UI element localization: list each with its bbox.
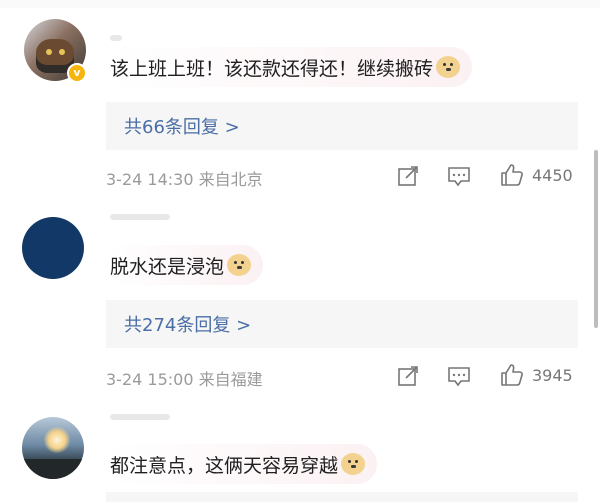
view-replies-button[interactable] xyxy=(106,492,578,502)
doge-emoji-icon xyxy=(227,254,252,276)
comment-bubble[interactable]: 该上班上班！该还款还得还！继续搬砖 xyxy=(107,47,473,87)
comment-text: 脱水还是浸泡 xyxy=(110,255,225,278)
comment-text: 该上班上班！该还款还得还！继续搬砖 xyxy=(110,57,434,80)
view-replies-button[interactable]: 共66条回复 > xyxy=(106,102,578,150)
comment-icon[interactable] xyxy=(447,365,471,387)
share-icon[interactable] xyxy=(397,165,419,187)
location: 来自福建 xyxy=(198,370,263,389)
timestamp: 3-24 14:30 xyxy=(106,170,194,189)
comment-bubble[interactable]: 脱水还是浸泡 xyxy=(107,245,264,285)
like-icon[interactable] xyxy=(500,363,524,387)
top-divider xyxy=(0,0,600,8)
doge-emoji-icon xyxy=(341,453,366,475)
view-replies-button[interactable]: 共274条回复 > xyxy=(106,300,578,348)
replies-count: 共274条回复 > xyxy=(124,315,252,336)
avatar[interactable] xyxy=(22,217,84,279)
comment-meta: 3-24 14:30 来自北京 xyxy=(106,166,263,190)
like-count: 3945 xyxy=(532,366,573,385)
comment-bubble[interactable]: 都注意点，这俩天容易穿越 xyxy=(107,444,378,484)
comment-text: 都注意点，这俩天容易穿越 xyxy=(110,454,339,477)
scrollbar[interactable] xyxy=(594,150,598,328)
like-count: 4450 xyxy=(532,166,573,185)
share-icon[interactable] xyxy=(397,365,419,387)
verified-badge-icon: v xyxy=(67,63,87,83)
doge-emoji-icon xyxy=(436,56,461,78)
username-placeholder xyxy=(110,214,170,220)
like-icon[interactable] xyxy=(500,163,524,187)
comment-icon[interactable] xyxy=(447,165,471,187)
avatar[interactable] xyxy=(22,417,84,479)
comment-meta: 3-24 15:00 来自福建 xyxy=(106,366,263,390)
username-placeholder xyxy=(110,414,170,420)
username-placeholder xyxy=(110,35,122,41)
location: 来自北京 xyxy=(198,170,263,189)
replies-count: 共66条回复 > xyxy=(124,117,240,138)
timestamp: 3-24 15:00 xyxy=(106,370,194,389)
